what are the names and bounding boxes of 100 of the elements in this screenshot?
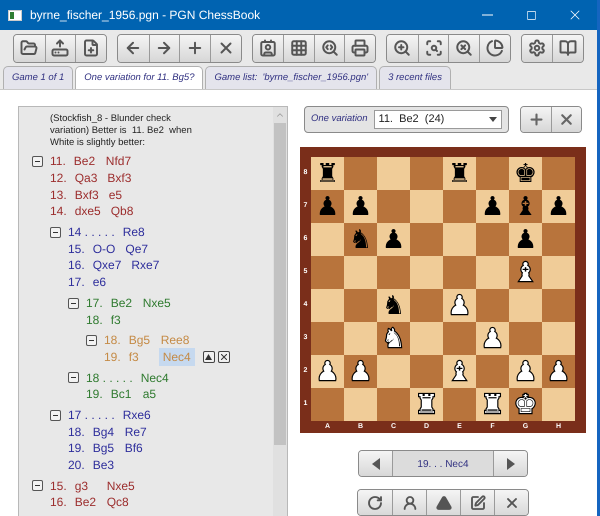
move[interactable]: Bc1 <box>108 385 135 404</box>
move-up-button[interactable] <box>202 350 215 363</box>
collapse-button[interactable] <box>50 410 61 421</box>
chess-piece[interactable]: ♞ <box>382 290 406 320</box>
dark-square[interactable] <box>509 322 542 355</box>
dark-square[interactable] <box>443 256 476 289</box>
scrollbar[interactable] <box>273 107 287 516</box>
toolbar-button[interactable] <box>179 34 210 62</box>
move[interactable]: Be2 <box>72 152 98 170</box>
move[interactable]: Bxf3 <box>105 169 134 188</box>
light-square[interactable]: ♚ <box>509 157 542 190</box>
move[interactable]: e6 <box>90 273 108 292</box>
light-square[interactable]: ♟ <box>377 223 410 256</box>
chess-piece[interactable]: ♜ <box>448 158 472 188</box>
move[interactable]: Nfd7 <box>104 152 134 170</box>
move[interactable]: g3 <box>72 476 99 495</box>
dark-square[interactable] <box>410 157 443 190</box>
move[interactable]: Bg5 <box>90 439 117 458</box>
board-tool-button[interactable] <box>358 490 392 515</box>
light-square[interactable]: ♜ <box>311 157 344 190</box>
move[interactable]: Qe7 <box>123 240 150 258</box>
chess-piece[interactable]: ♞ <box>382 324 406 354</box>
collapse-button[interactable] <box>50 226 61 238</box>
dark-square[interactable]: ♟ <box>311 190 344 223</box>
light-square[interactable] <box>377 355 410 388</box>
toolbar-button[interactable] <box>522 34 552 62</box>
light-square[interactable]: ♞ <box>377 289 410 322</box>
move[interactable]: Qxe7 <box>90 256 124 274</box>
chess-piece[interactable]: ♟ <box>480 192 504 222</box>
move[interactable]: Bg4 <box>90 422 117 441</box>
toolbar-button[interactable] <box>14 34 45 62</box>
chess-piece[interactable]: ♟ <box>382 224 406 254</box>
move[interactable]: Rxe7 <box>129 256 162 274</box>
light-square[interactable]: ♟ <box>476 190 509 223</box>
chess-piece[interactable]: ♟ <box>316 192 340 222</box>
dark-square[interactable] <box>410 289 443 322</box>
light-square[interactable] <box>344 388 377 421</box>
dark-square[interactable] <box>344 289 377 322</box>
chess-piece[interactable]: ♚ <box>514 390 538 420</box>
dark-square[interactable] <box>476 157 509 190</box>
light-square[interactable] <box>410 322 443 355</box>
light-square[interactable] <box>311 223 344 256</box>
chess-piece[interactable]: ♟ <box>348 356 372 386</box>
light-square[interactable]: ♟ <box>509 223 542 256</box>
toolbar-button[interactable] <box>118 34 149 62</box>
chess-piece[interactable]: ♚ <box>514 158 538 188</box>
chess-piece[interactable]: ♞ <box>348 224 372 254</box>
dark-square[interactable]: ♞ <box>344 223 377 256</box>
collapse-button[interactable] <box>32 480 43 492</box>
dark-square[interactable] <box>377 190 410 223</box>
move[interactable]: f3 <box>108 310 123 329</box>
board-tool-button[interactable] <box>494 490 528 515</box>
toolbar-button[interactable] <box>552 34 583 62</box>
light-square[interactable] <box>542 322 575 355</box>
scrollbar-thumb[interactable] <box>274 123 286 445</box>
dark-square[interactable] <box>377 256 410 289</box>
move[interactable]: Nxe5 <box>104 476 137 495</box>
move[interactable]: a5 <box>140 385 158 404</box>
toolbar-button[interactable] <box>210 34 241 62</box>
next-move-button[interactable] <box>494 451 527 476</box>
toolbar-button[interactable] <box>387 34 418 62</box>
light-square[interactable]: ♟ <box>344 190 377 223</box>
dark-square[interactable] <box>311 256 344 289</box>
toolbar-button[interactable] <box>344 34 376 62</box>
light-square[interactable] <box>509 289 542 322</box>
light-square[interactable] <box>410 256 443 289</box>
dark-square[interactable] <box>344 157 377 190</box>
tab[interactable]: Game list: 'byrne_fischer_1956.pgn' <box>205 66 378 89</box>
delete-button[interactable] <box>551 107 581 132</box>
tab[interactable]: 3 recent files <box>379 66 451 89</box>
move[interactable]: e5 <box>106 186 124 204</box>
move[interactable]: Be3 <box>90 456 116 474</box>
light-square[interactable] <box>542 388 575 421</box>
move[interactable]: Be2 <box>108 294 135 312</box>
dark-square[interactable] <box>443 190 476 223</box>
dark-square[interactable] <box>410 223 443 256</box>
chess-piece[interactable]: ♟ <box>546 192 570 222</box>
chess-piece[interactable]: ♜ <box>316 158 340 188</box>
tab[interactable]: Game 1 of 1 <box>3 66 74 89</box>
dark-square[interactable] <box>542 223 575 256</box>
dark-square[interactable]: ♞ <box>377 322 410 355</box>
light-square[interactable] <box>476 256 509 289</box>
light-square[interactable] <box>410 190 443 223</box>
dark-square[interactable]: ♝ <box>509 190 542 223</box>
dark-square[interactable] <box>311 322 344 355</box>
move[interactable]: Be2 <box>72 493 99 512</box>
tab[interactable]: One variation for 11. Bg5? <box>75 66 204 89</box>
toolbar-button[interactable] <box>479 34 510 62</box>
light-square[interactable] <box>344 322 377 355</box>
dark-square[interactable] <box>476 355 509 388</box>
dark-square[interactable] <box>476 289 509 322</box>
dark-square[interactable]: ♚ <box>509 388 542 421</box>
move[interactable]: Re7 <box>122 422 149 441</box>
variation-dropdown[interactable]: 11. Be2 (24) <box>374 110 502 129</box>
collapse-button[interactable] <box>68 372 79 384</box>
toolbar-button[interactable] <box>314 34 344 62</box>
dark-square[interactable] <box>476 223 509 256</box>
collapse-button[interactable] <box>68 298 79 308</box>
collapse-button[interactable] <box>32 156 43 167</box>
dark-square[interactable]: ♟ <box>542 355 575 388</box>
